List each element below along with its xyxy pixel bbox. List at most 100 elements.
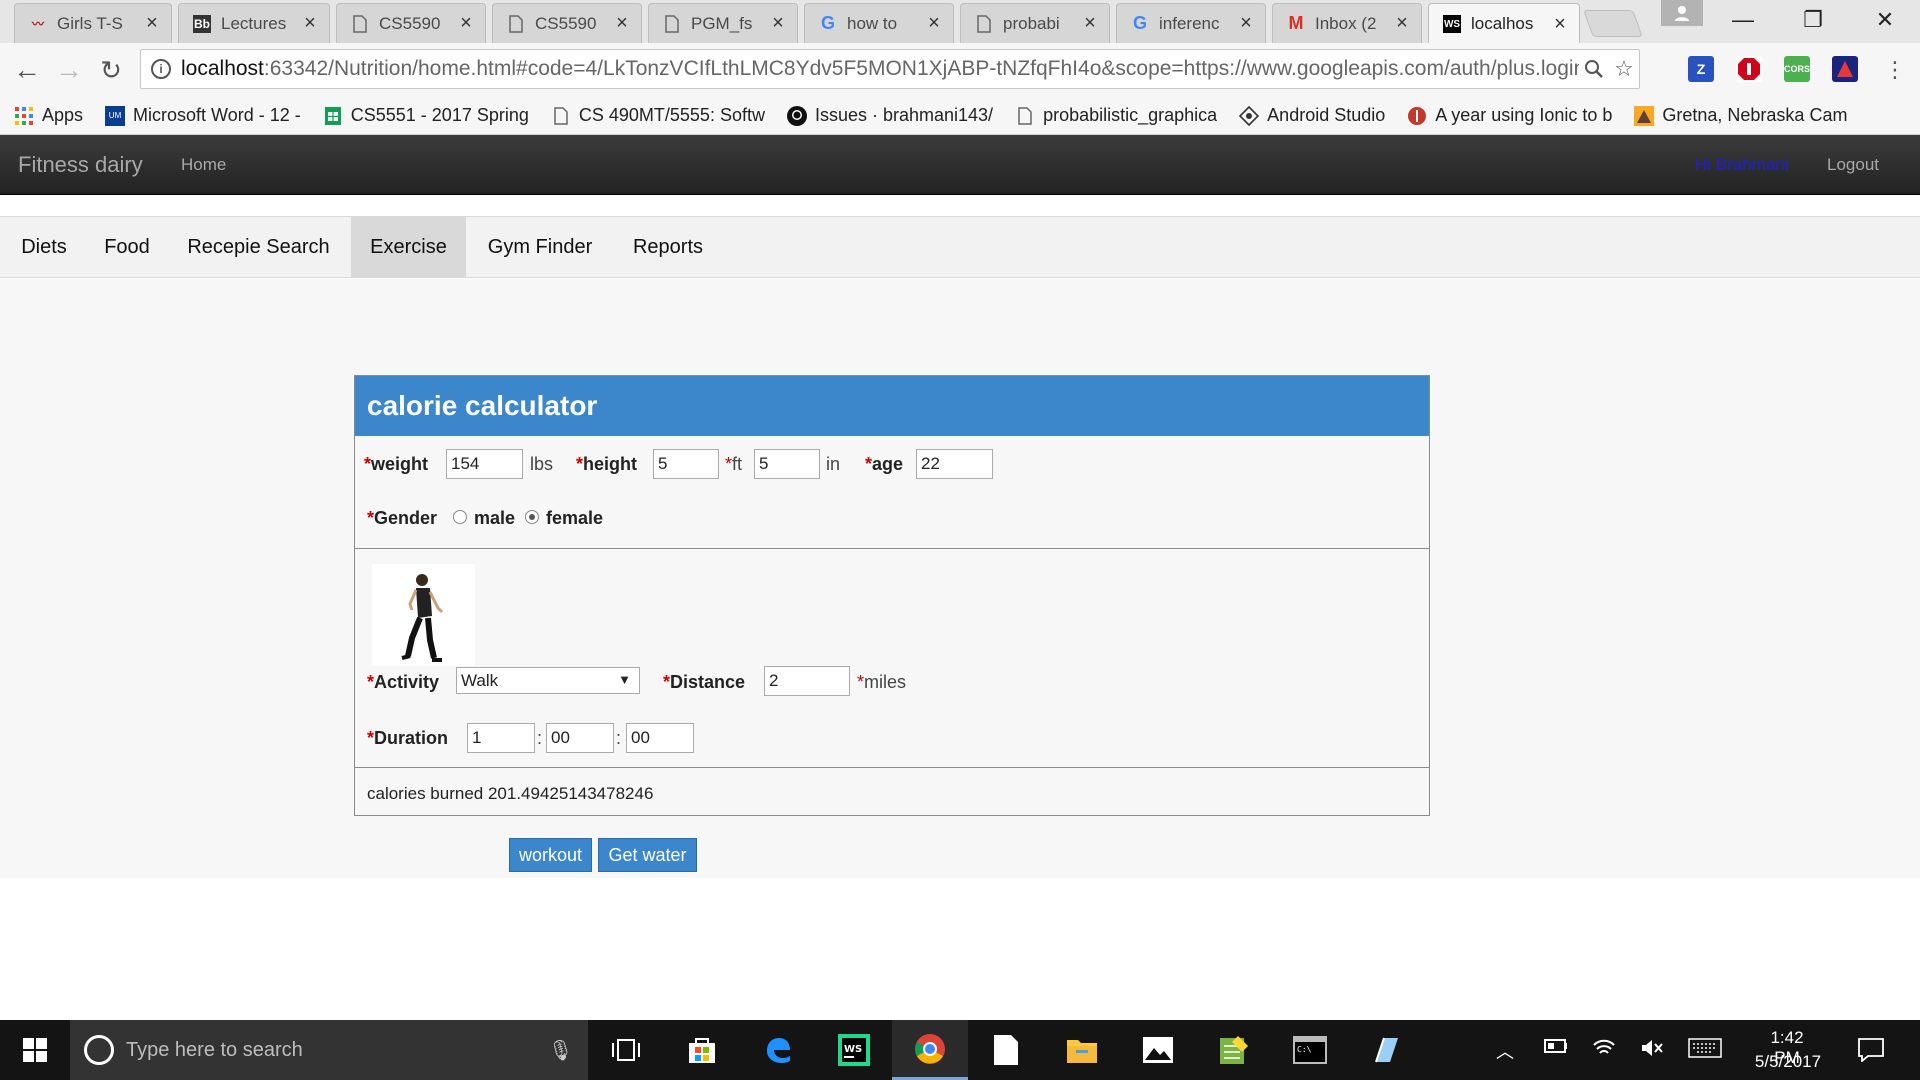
info-icon[interactable]: i xyxy=(151,59,171,79)
chrome-icon[interactable] xyxy=(892,1020,968,1080)
gender-male-label[interactable]: male xyxy=(474,508,515,529)
cors-icon[interactable]: CORS xyxy=(1784,56,1810,82)
browser-tab-active[interactable]: WS localhos × xyxy=(1428,3,1580,44)
url-text[interactable]: localhost:63342/Nutrition/home.html#code… xyxy=(181,57,1579,81)
gender-male-radio[interactable] xyxy=(453,510,467,524)
notepad-icon[interactable] xyxy=(968,1020,1044,1080)
browser-tab[interactable]: PGM_fs × xyxy=(648,3,798,43)
microphone-icon[interactable]: 🎙 xyxy=(548,1038,588,1063)
browser-tab[interactable]: M Inbox (2 × xyxy=(1272,3,1422,43)
address-bar[interactable]: i localhost:63342/Nutrition/home.html#co… xyxy=(140,49,1640,89)
github-icon xyxy=(786,105,807,126)
back-arrow-icon[interactable]: ← xyxy=(8,51,46,89)
bookmark-item[interactable]: A year using Ionic to b xyxy=(1407,105,1612,126)
close-icon[interactable]: × xyxy=(613,12,631,35)
profile-icon[interactable] xyxy=(1661,0,1703,26)
browser-tab[interactable]: CS5590 × xyxy=(492,3,642,43)
brand-title[interactable]: Fitness dairy xyxy=(18,152,143,178)
bookmark-item[interactable]: CS 490MT/5555: Softw xyxy=(551,105,765,126)
nav-home-link[interactable]: Home xyxy=(181,155,226,175)
tab-food[interactable]: Food xyxy=(88,217,166,277)
zoom-search-icon[interactable] xyxy=(1579,54,1609,84)
distance-input[interactable] xyxy=(764,666,850,696)
browser-tab-strip: 〰 Girls T-S × Bb Lectures × CS5590 × CS5… xyxy=(0,0,1920,44)
height-feet-input[interactable] xyxy=(653,449,719,479)
bookmark-label: CS5551 - 2017 Spring xyxy=(350,105,529,125)
gender-female-label[interactable]: female xyxy=(546,508,603,529)
activity-select[interactable]: Walk ▼ xyxy=(456,667,640,694)
duration-label: *Duration xyxy=(367,728,449,748)
duration-hours-input[interactable] xyxy=(467,723,535,753)
tab-gym-finder[interactable]: Gym Finder xyxy=(466,217,614,277)
sheets-editor-icon[interactable] xyxy=(1196,1020,1272,1080)
age-input[interactable] xyxy=(916,449,993,479)
bookmark-item[interactable]: Gretna, Nebraska Cam xyxy=(1634,105,1847,126)
browser-tab[interactable]: G how to × xyxy=(804,3,954,43)
browser-tab[interactable]: G inferenc × xyxy=(1116,3,1266,43)
logout-link[interactable]: Logout xyxy=(1827,155,1879,175)
close-window-icon[interactable]: ✕ xyxy=(1850,0,1920,40)
bookmark-item[interactable]: Issues · brahmani143/ xyxy=(786,105,993,126)
adblock-icon[interactable] xyxy=(1736,56,1762,82)
store-icon[interactable] xyxy=(664,1020,740,1080)
new-tab-button[interactable] xyxy=(1583,10,1643,37)
bookmark-item[interactable]: UM Microsoft Word - 12 - xyxy=(105,105,301,126)
blackboard-icon: Bb xyxy=(193,14,211,33)
reload-icon[interactable]: ↻ xyxy=(92,51,130,89)
cmd-icon[interactable]: C:\ xyxy=(1272,1020,1348,1080)
close-icon[interactable]: × xyxy=(1393,12,1411,35)
keyboard-icon[interactable] xyxy=(1688,1038,1722,1063)
wifi-icon[interactable] xyxy=(1592,1038,1616,1063)
close-icon[interactable]: × xyxy=(1081,12,1099,35)
close-icon[interactable]: × xyxy=(301,12,319,35)
chevron-up-icon[interactable]: ︿ xyxy=(1496,1038,1514,1064)
tab-exercise[interactable]: Exercise xyxy=(351,217,466,277)
duration-seconds-input[interactable] xyxy=(626,723,694,753)
restore-icon[interactable]: ❐ xyxy=(1778,0,1848,40)
photos-icon[interactable] xyxy=(1120,1020,1196,1080)
weight-input[interactable] xyxy=(446,449,523,479)
close-icon[interactable]: × xyxy=(925,12,943,35)
battery-icon[interactable] xyxy=(1544,1038,1568,1059)
close-icon[interactable]: × xyxy=(1551,13,1569,36)
height-inches-unit: in xyxy=(826,454,841,474)
close-icon[interactable]: × xyxy=(769,12,787,35)
bookmark-item[interactable]: Android Studio xyxy=(1239,105,1385,126)
clock-date[interactable]: 5/5/2017 xyxy=(1748,1052,1828,1072)
forward-arrow-icon[interactable]: → xyxy=(50,51,88,89)
tab-recipe-search[interactable]: Recepie Search xyxy=(166,217,351,277)
bookmark-apps[interactable]: Apps xyxy=(14,105,83,126)
translate-icon[interactable] xyxy=(1832,56,1858,82)
required-mark: * xyxy=(663,672,671,692)
distance-unit: *miles xyxy=(857,672,907,692)
webstorm-icon[interactable]: WS xyxy=(816,1020,892,1080)
close-icon[interactable]: × xyxy=(457,12,475,35)
browser-tab[interactable]: 〰 Girls T-S × xyxy=(14,3,172,43)
browser-tab[interactable]: Bb Lectures × xyxy=(178,3,330,43)
workout-button[interactable]: workout xyxy=(509,838,592,872)
taskbar-search-box[interactable]: Type here to search 🎙 xyxy=(70,1020,588,1080)
close-icon[interactable]: × xyxy=(143,12,161,35)
bookmark-item[interactable]: probabilistic_graphica xyxy=(1015,105,1217,126)
file-explorer-icon[interactable] xyxy=(1044,1020,1120,1080)
windows-start-icon[interactable] xyxy=(0,1020,70,1080)
tab-reports[interactable]: Reports xyxy=(614,217,722,277)
zotero-icon[interactable]: Z xyxy=(1688,56,1714,82)
browser-tab[interactable]: CS5590 × xyxy=(336,3,486,43)
volume-muted-icon[interactable] xyxy=(1640,1038,1664,1063)
minimize-icon[interactable]: — xyxy=(1708,0,1778,40)
task-view-icon[interactable] xyxy=(588,1020,664,1080)
edge-icon[interactable] xyxy=(740,1020,816,1080)
bookmark-item[interactable]: CS5551 - 2017 Spring xyxy=(323,105,529,126)
action-center-icon[interactable] xyxy=(1858,1038,1884,1067)
gender-female-radio[interactable] xyxy=(525,510,539,524)
chrome-menu-icon[interactable]: ⋮ xyxy=(1876,51,1914,89)
close-icon[interactable]: × xyxy=(1237,12,1255,35)
tab-diets[interactable]: Diets xyxy=(0,217,88,277)
duration-minutes-input[interactable] xyxy=(546,723,614,753)
paint-icon[interactable] xyxy=(1348,1020,1424,1080)
height-inches-input[interactable] xyxy=(754,449,820,479)
star-icon[interactable]: ☆ xyxy=(1609,54,1639,84)
browser-tab[interactable]: probabi × xyxy=(960,3,1110,43)
get-water-button[interactable]: Get water xyxy=(598,838,697,872)
